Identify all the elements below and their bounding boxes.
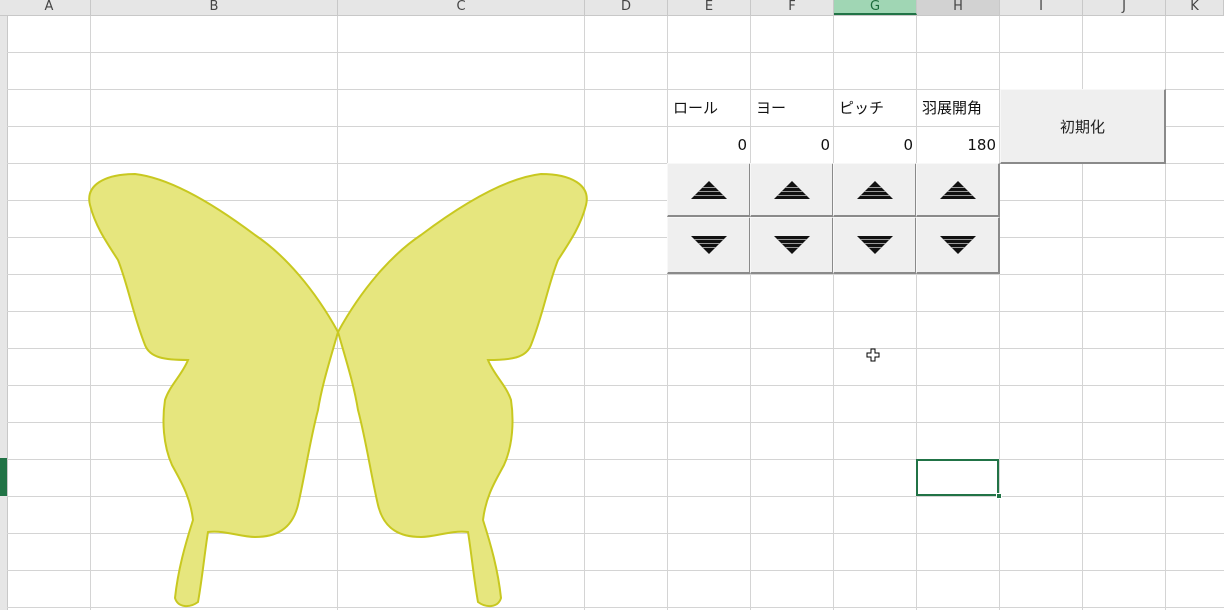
column-header-j[interactable]: J — [1083, 0, 1166, 15]
butterfly-shape[interactable] — [80, 165, 600, 614]
reset-button-label: 初期化 — [1059, 117, 1105, 136]
column-header-b[interactable]: B — [91, 0, 338, 15]
row-header-selected[interactable] — [0, 458, 7, 496]
wing-angle-down-button[interactable] — [916, 217, 1000, 274]
fill-handle[interactable] — [996, 493, 1002, 499]
column-header-bar: A B C D E F G H I J K — [0, 0, 1224, 16]
wing-angle-up-button[interactable] — [916, 163, 1000, 217]
label-roll: ロール — [673, 99, 719, 117]
column-header-f[interactable]: F — [751, 0, 834, 15]
column-header-i[interactable]: I — [1000, 0, 1083, 15]
column-header-g[interactable]: G — [834, 0, 917, 15]
label-wing-angle: 羽展開角 — [922, 99, 983, 117]
column-header-c[interactable]: C — [338, 0, 585, 15]
triangle-up-striped-icon — [773, 180, 811, 200]
pitch-down-button[interactable] — [833, 217, 917, 274]
value-wing-angle[interactable]: 180 — [917, 127, 1000, 163]
active-cell-selection[interactable] — [916, 459, 999, 496]
roll-down-button[interactable] — [667, 217, 751, 274]
grid-line — [7, 52, 1224, 53]
label-yaw: ヨー — [756, 99, 787, 117]
triangle-down-striped-icon — [939, 235, 977, 255]
triangle-up-striped-icon — [939, 180, 977, 200]
column-header-h[interactable]: H — [917, 0, 1000, 15]
column-header-d[interactable]: D — [585, 0, 668, 15]
value-yaw[interactable]: 0 — [751, 127, 834, 163]
yaw-up-button[interactable] — [750, 163, 834, 217]
roll-up-button[interactable] — [667, 163, 751, 217]
label-pitch: ピッチ — [839, 99, 885, 117]
triangle-down-striped-icon — [773, 235, 811, 255]
column-header-a[interactable]: A — [8, 0, 91, 15]
reset-button[interactable]: 初期化 — [1000, 89, 1166, 164]
cross-cursor-icon — [866, 347, 880, 366]
yaw-down-button[interactable] — [750, 217, 834, 274]
right-wing — [336, 172, 588, 608]
triangle-up-striped-icon — [856, 180, 894, 200]
value-roll[interactable]: 0 — [668, 127, 751, 163]
column-header-e[interactable]: E — [668, 0, 751, 15]
pitch-up-button[interactable] — [833, 163, 917, 217]
triangle-down-striped-icon — [856, 235, 894, 255]
triangle-down-striped-icon — [690, 235, 728, 255]
triangle-up-striped-icon — [690, 180, 728, 200]
value-pitch[interactable]: 0 — [834, 127, 917, 163]
left-wing — [88, 172, 340, 608]
column-header-k[interactable]: K — [1166, 0, 1224, 15]
row-header-gutter[interactable] — [0, 16, 8, 610]
